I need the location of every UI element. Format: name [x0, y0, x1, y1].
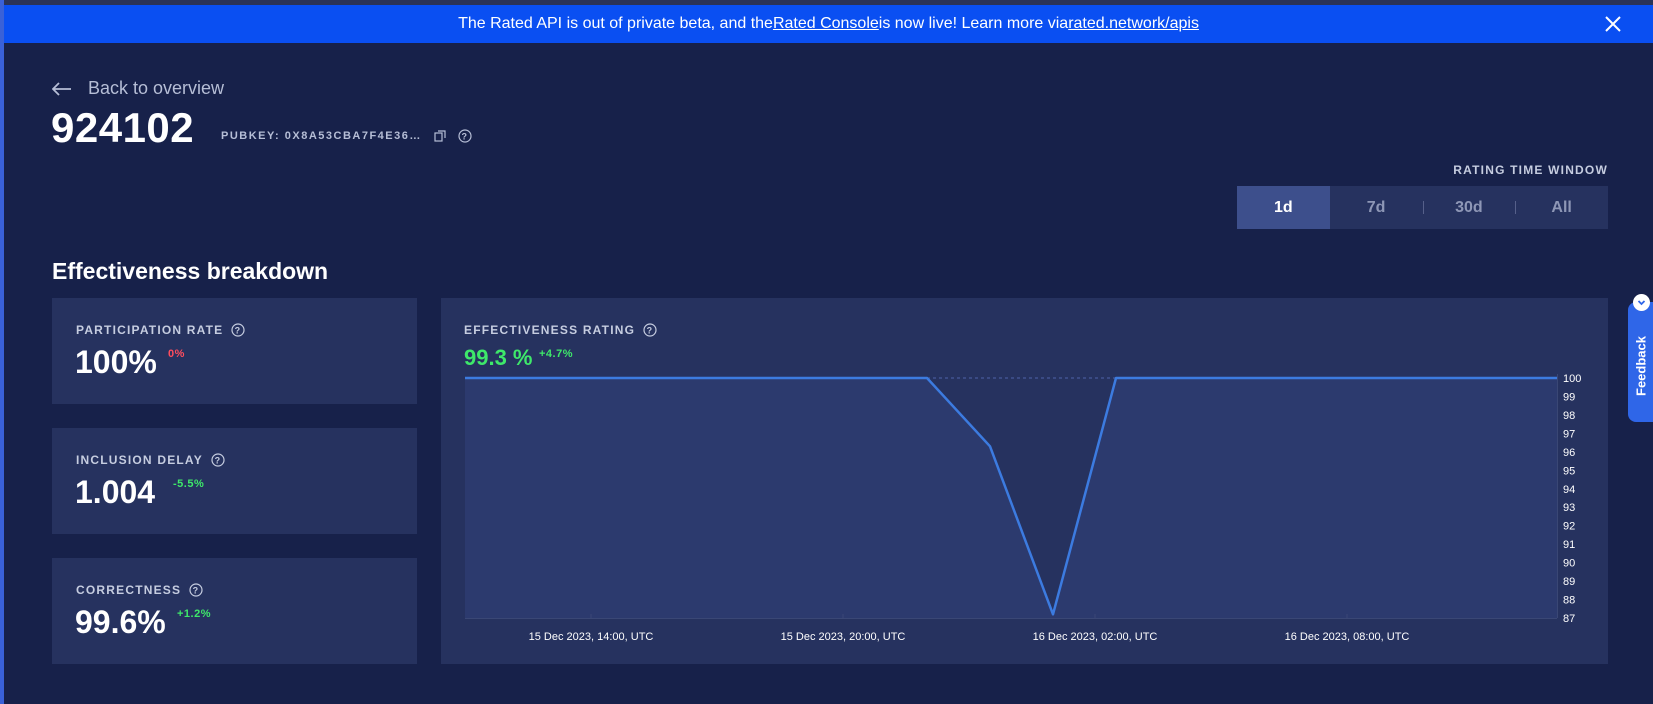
metric-delta: +1.2% [177, 608, 211, 620]
effectiveness-label-text: EFFECTIVENESS RATING [464, 323, 636, 337]
chart-y-tick-label: 96 [1563, 447, 1575, 459]
svg-text:?: ? [215, 456, 222, 466]
chart-x-tick-label: 15 Dec 2023, 14:00, UTC [529, 631, 654, 643]
chart-y-tick-label: 100 [1563, 373, 1581, 385]
chart-x-tick-label: 16 Dec 2023, 02:00, UTC [1033, 631, 1158, 643]
time-window-option-label: All [1551, 198, 1572, 216]
metric-value: 100% [75, 344, 157, 380]
effectiveness-rating-card: 100 99 98 97 96 95 94 93 92 91 90 89 88 87 15 Dec 2023… [441, 298, 1608, 664]
metric-delta: 0% [168, 348, 185, 360]
time-window-30d-button[interactable]: 30d [1422, 186, 1516, 229]
metric-delta: -5.5% [173, 478, 205, 490]
effectiveness-delta: +4.7% [539, 348, 573, 360]
time-window-option-label: 30d [1455, 198, 1483, 216]
time-window-selector: 1d 7d 30d All [1237, 186, 1608, 229]
rated-console-link[interactable]: Rated Console [773, 15, 879, 33]
chart-x-tick-label: 16 Dec 2023, 08:00, UTC [1285, 631, 1410, 643]
rating-time-window-label: RATING TIME WINDOW [1453, 163, 1608, 177]
chart-area [465, 378, 1557, 618]
effectiveness-chart: 100 99 98 97 96 95 94 93 92 91 90 89 88 87 15 Dec 2023… [465, 373, 1581, 643]
chart-y-tick-label: 98 [1563, 410, 1575, 422]
metric-label-text: PARTICIPATION RATE [76, 323, 224, 337]
help-circle-icon[interactable]: ? [643, 323, 657, 337]
metric-label: INCLUSION DELAY ? [76, 453, 225, 467]
chart-y-tick-label: 88 [1563, 595, 1575, 607]
segment-divider [1422, 201, 1424, 214]
chart-y-tick-label: 87 [1563, 613, 1575, 625]
svg-text:?: ? [193, 586, 200, 596]
section-title: Effectiveness breakdown [52, 258, 329, 284]
rated-apis-link[interactable]: rated.network/apis [1068, 15, 1199, 33]
banner-text-2: is now live! Learn more via [878, 15, 1069, 32]
chart-y-tick-label: 95 [1563, 465, 1575, 477]
effectiveness-value: 99.3 % [464, 345, 533, 370]
back-to-overview-link[interactable]: Back to overview [52, 78, 224, 99]
back-label: Back to overview [88, 78, 225, 98]
time-window-option-label: 1d [1274, 198, 1293, 216]
help-circle-icon[interactable]: ? [189, 583, 203, 597]
time-window-all-button[interactable]: All [1515, 186, 1608, 229]
metric-value: 99.6% [75, 604, 166, 640]
chart-y-tick-label: 92 [1563, 521, 1575, 533]
chart-y-tick-label: 94 [1563, 484, 1575, 496]
chart-y-tick-label: 93 [1563, 502, 1575, 514]
feedback-label: Feedback [1633, 336, 1649, 396]
pubkey-label: PUBKEY: 0X8A53CBA7F4E36… [221, 130, 422, 142]
chart-y-tick-label: 90 [1563, 558, 1575, 570]
chevron-down-icon[interactable] [1633, 294, 1650, 311]
effectiveness-label: EFFECTIVENESS RATING ? [464, 323, 657, 337]
svg-text:?: ? [647, 326, 654, 336]
participation-rate-card: PARTICIPATION RATE ? 100% 0% [52, 298, 417, 404]
help-circle-icon[interactable]: ? [231, 323, 245, 337]
copy-icon[interactable] [434, 130, 446, 142]
time-window-1d-button[interactable]: 1d [1237, 186, 1330, 229]
time-window-7d-button[interactable]: 7d [1330, 186, 1423, 229]
metric-label: CORRECTNESS ? [76, 583, 203, 597]
validator-index: 924102 [51, 104, 195, 151]
banner-text-1: The Rated API is out of private beta, an… [458, 15, 773, 32]
inclusion-delay-card: INCLUSION DELAY ? 1.004 -5.5% [52, 428, 417, 534]
chart-y-tick-label: 89 [1563, 576, 1575, 588]
announcement-banner: The Rated API is out of private beta, an… [4, 5, 1653, 43]
metric-label: PARTICIPATION RATE ? [76, 323, 245, 337]
window-edge [0, 0, 4, 704]
chart-y-tick-label: 99 [1563, 391, 1575, 403]
correctness-card: CORRECTNESS ? 99.6% +1.2% [52, 558, 417, 664]
close-icon[interactable] [1603, 14, 1623, 34]
chart-x-tick-label: 15 Dec 2023, 20:00, UTC [781, 631, 906, 643]
chart-y-tick-label: 91 [1563, 539, 1575, 551]
chart-y-tick-label: 97 [1563, 428, 1575, 440]
help-circle-icon[interactable]: ? [458, 129, 472, 143]
metric-value: 1.004 [75, 474, 156, 510]
time-window-option-label: 7d [1366, 198, 1386, 216]
segment-divider [1515, 201, 1517, 214]
feedback-tab[interactable]: Feedback [1628, 302, 1653, 422]
metric-label-text: INCLUSION DELAY [76, 453, 203, 467]
metric-label-text: CORRECTNESS [76, 583, 182, 597]
svg-text:?: ? [461, 132, 468, 142]
svg-text:?: ? [235, 326, 242, 336]
arrow-left-icon [52, 81, 72, 96]
pubkey-row: PUBKEY: 0X8A53CBA7F4E36… ? [221, 129, 472, 143]
help-circle-icon[interactable]: ? [211, 453, 225, 467]
